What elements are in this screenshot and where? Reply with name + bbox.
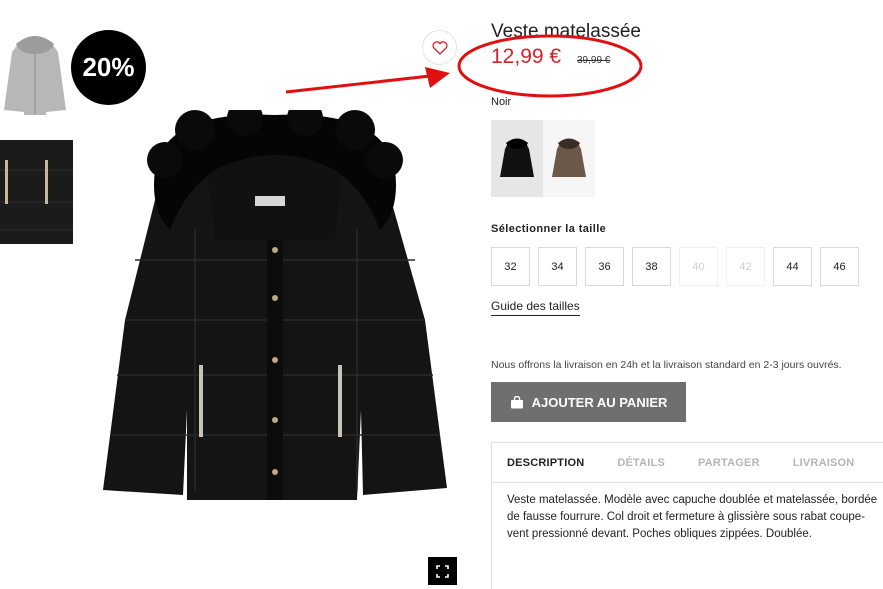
- size-option-46[interactable]: 46: [820, 247, 859, 286]
- size-option-40: 40: [679, 247, 718, 286]
- tab-details[interactable]: DÉTAILS: [617, 457, 665, 469]
- product-main-image: [95, 100, 455, 505]
- size-selector: 32 34 36 38 40 42 44 46: [491, 247, 859, 286]
- size-option-44[interactable]: 44: [773, 247, 812, 286]
- heart-icon: [432, 40, 447, 55]
- tab-share[interactable]: PARTAGER: [698, 457, 760, 469]
- add-to-cart-label: AJOUTER AU PANIER: [531, 394, 668, 410]
- jacket-thumbnail-image: [4, 36, 66, 115]
- annotation-arrow: [285, 67, 450, 94]
- fullscreen-icon: [436, 564, 449, 578]
- jacket-detail-image: [0, 140, 73, 244]
- size-section-label: Sélectionner la taille: [491, 223, 607, 235]
- thumbnail-front[interactable]: [0, 30, 70, 115]
- tab-bar: DESCRIPTION DÉTAILS PARTAGER LIVRAISON: [492, 443, 883, 483]
- color-swatch-beige[interactable]: [543, 120, 595, 197]
- color-swatch-noir[interactable]: [491, 120, 543, 197]
- add-to-cart-button[interactable]: AJOUTER AU PANIER: [491, 382, 686, 422]
- tab-delivery[interactable]: LIVRAISON: [793, 457, 855, 469]
- size-option-36[interactable]: 36: [585, 247, 624, 286]
- tab-description[interactable]: DESCRIPTION: [507, 457, 584, 469]
- shopping-bag-icon: [510, 395, 523, 408]
- discount-badge: 20%: [71, 30, 146, 105]
- size-option-42: 42: [726, 247, 765, 286]
- size-option-34[interactable]: 34: [538, 247, 577, 286]
- jacket-image: [103, 100, 447, 500]
- size-guide-link[interactable]: Guide des tailles: [491, 299, 580, 316]
- product-description: Veste matelassée. Modèle avec capuche do…: [507, 494, 878, 540]
- thumbnail-detail[interactable]: [0, 140, 73, 244]
- size-option-32[interactable]: 32: [491, 247, 530, 286]
- swatch-jacket-brown: [552, 138, 586, 177]
- color-name: Noir: [491, 96, 512, 108]
- annotation-ellipse: [457, 34, 643, 98]
- favorite-button[interactable]: [422, 30, 457, 65]
- size-option-38[interactable]: 38: [632, 247, 671, 286]
- swatch-jacket-black: [500, 138, 534, 177]
- delivery-info: Nous offrons la livraison en 24h et la l…: [491, 359, 842, 371]
- product-info-tabs: DESCRIPTION DÉTAILS PARTAGER LIVRAISON V…: [491, 442, 883, 589]
- fullscreen-button[interactable]: [428, 557, 457, 585]
